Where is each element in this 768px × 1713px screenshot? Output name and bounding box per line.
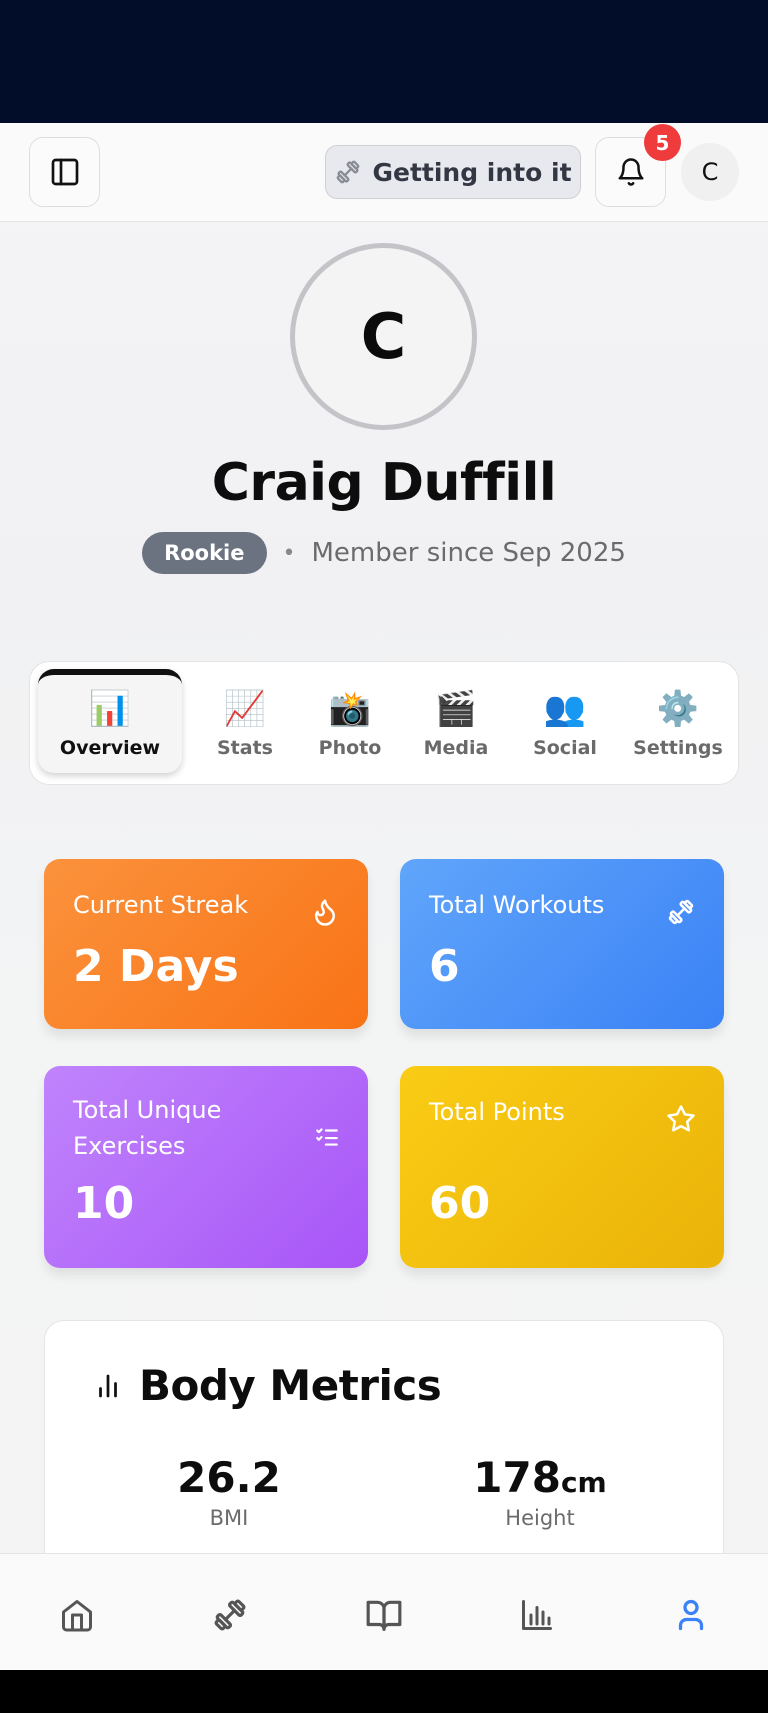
profile-subline: Rookie • Member since Sep 2025: [0, 531, 768, 575]
status-bar: [0, 0, 768, 123]
card-title: Current Streak: [73, 891, 249, 919]
level-label: Getting into it: [372, 157, 572, 187]
dumbbell-icon: [214, 1599, 246, 1631]
height-label: Height: [505, 1506, 575, 1530]
level-pill[interactable]: Getting into it: [325, 145, 581, 199]
height-unit: cm: [560, 1466, 607, 1499]
camera-icon: 📸: [328, 689, 372, 729]
bell-icon: [618, 158, 643, 186]
total-workouts-card: Total Workouts 6: [400, 859, 724, 1029]
star-icon: [667, 1105, 695, 1132]
tab-settings[interactable]: ⚙️ Settings: [618, 662, 738, 786]
rank-badge: Rookie: [142, 532, 267, 574]
sidebar-toggle-button[interactable]: [29, 137, 100, 207]
total-points-card: Total Points 60: [400, 1066, 724, 1268]
height-value: 178: [473, 1453, 561, 1502]
sidebar-icon: [51, 158, 78, 186]
bmi-label: BMI: [209, 1506, 249, 1530]
tab-overview[interactable]: 📊 Overview: [38, 669, 182, 773]
gear-icon: ⚙️: [656, 689, 700, 729]
tab-label: Overview: [59, 737, 161, 759]
chart-icon: [522, 1600, 552, 1630]
separator-dot: •: [282, 540, 296, 566]
profile-tabs: 📊 Overview 📈 Stats 📸 Photo 🎬 Media 👥 Soc…: [29, 661, 739, 785]
people-icon: 👥: [543, 689, 587, 729]
nav-profile[interactable]: [666, 1590, 716, 1640]
bmi-metric: 26.2 BMI: [119, 1453, 339, 1530]
tab-photo[interactable]: 📸 Photo: [300, 662, 400, 786]
nav-home[interactable]: [52, 1590, 102, 1640]
tab-label: Photo: [318, 737, 382, 759]
tab-label: Media: [423, 737, 489, 759]
flame-icon: [315, 899, 335, 926]
nav-stats[interactable]: [512, 1590, 562, 1640]
tab-label: Social: [533, 737, 597, 759]
top-header: Getting into it 5 C: [0, 123, 768, 222]
user-icon: [678, 1599, 704, 1631]
total-unique-exercises-card: Total Unique Exercises 10: [44, 1066, 368, 1268]
dumbbell-icon: [337, 160, 360, 184]
clapperboard-icon: 🎬: [434, 689, 478, 729]
bmi-value: 26.2: [177, 1453, 281, 1502]
tab-label: Settings: [633, 737, 723, 759]
card-value: 6: [429, 941, 460, 992]
trend-chart-icon: 📈: [223, 689, 267, 729]
app-screen: Getting into it 5 C C Craig Duffill Rook…: [0, 123, 768, 1670]
nav-library[interactable]: [359, 1590, 409, 1640]
card-title: Total Unique Exercises: [73, 1096, 222, 1160]
card-value: 2 Days: [73, 941, 239, 992]
height-metric: 178cm Height: [430, 1453, 650, 1530]
tab-social[interactable]: 👥 Social: [512, 662, 618, 786]
book-icon: [366, 1600, 402, 1631]
current-streak-card: Current Streak 2 Days: [44, 859, 368, 1029]
profile-name: Craig Duffill: [211, 453, 557, 513]
bar-chart-icon: 📊: [88, 689, 132, 729]
dumbbell-icon: [668, 899, 694, 925]
bottom-navigation: [0, 1553, 768, 1670]
system-nav-bar: [0, 1670, 768, 1713]
bar-chart-icon: [99, 1374, 117, 1397]
body-metrics-title: Body Metrics: [139, 1361, 442, 1410]
checklist-icon: [316, 1128, 338, 1146]
body-metrics-header: Body Metrics: [93, 1361, 442, 1410]
card-value: 10: [73, 1178, 135, 1229]
tab-media[interactable]: 🎬 Media: [400, 662, 512, 786]
card-title: Total Workouts: [429, 891, 605, 919]
nav-workouts[interactable]: [205, 1590, 255, 1640]
home-icon: [62, 1600, 92, 1632]
notification-count-badge: 5: [644, 124, 681, 161]
member-since-text: Member since Sep 2025: [311, 538, 626, 568]
header-avatar[interactable]: C: [681, 143, 739, 201]
card-title: Total Points: [429, 1098, 565, 1126]
tab-label: Stats: [217, 737, 273, 759]
tab-stats[interactable]: 📈 Stats: [190, 662, 300, 786]
profile-avatar: C: [290, 243, 477, 430]
card-value: 60: [429, 1178, 491, 1229]
